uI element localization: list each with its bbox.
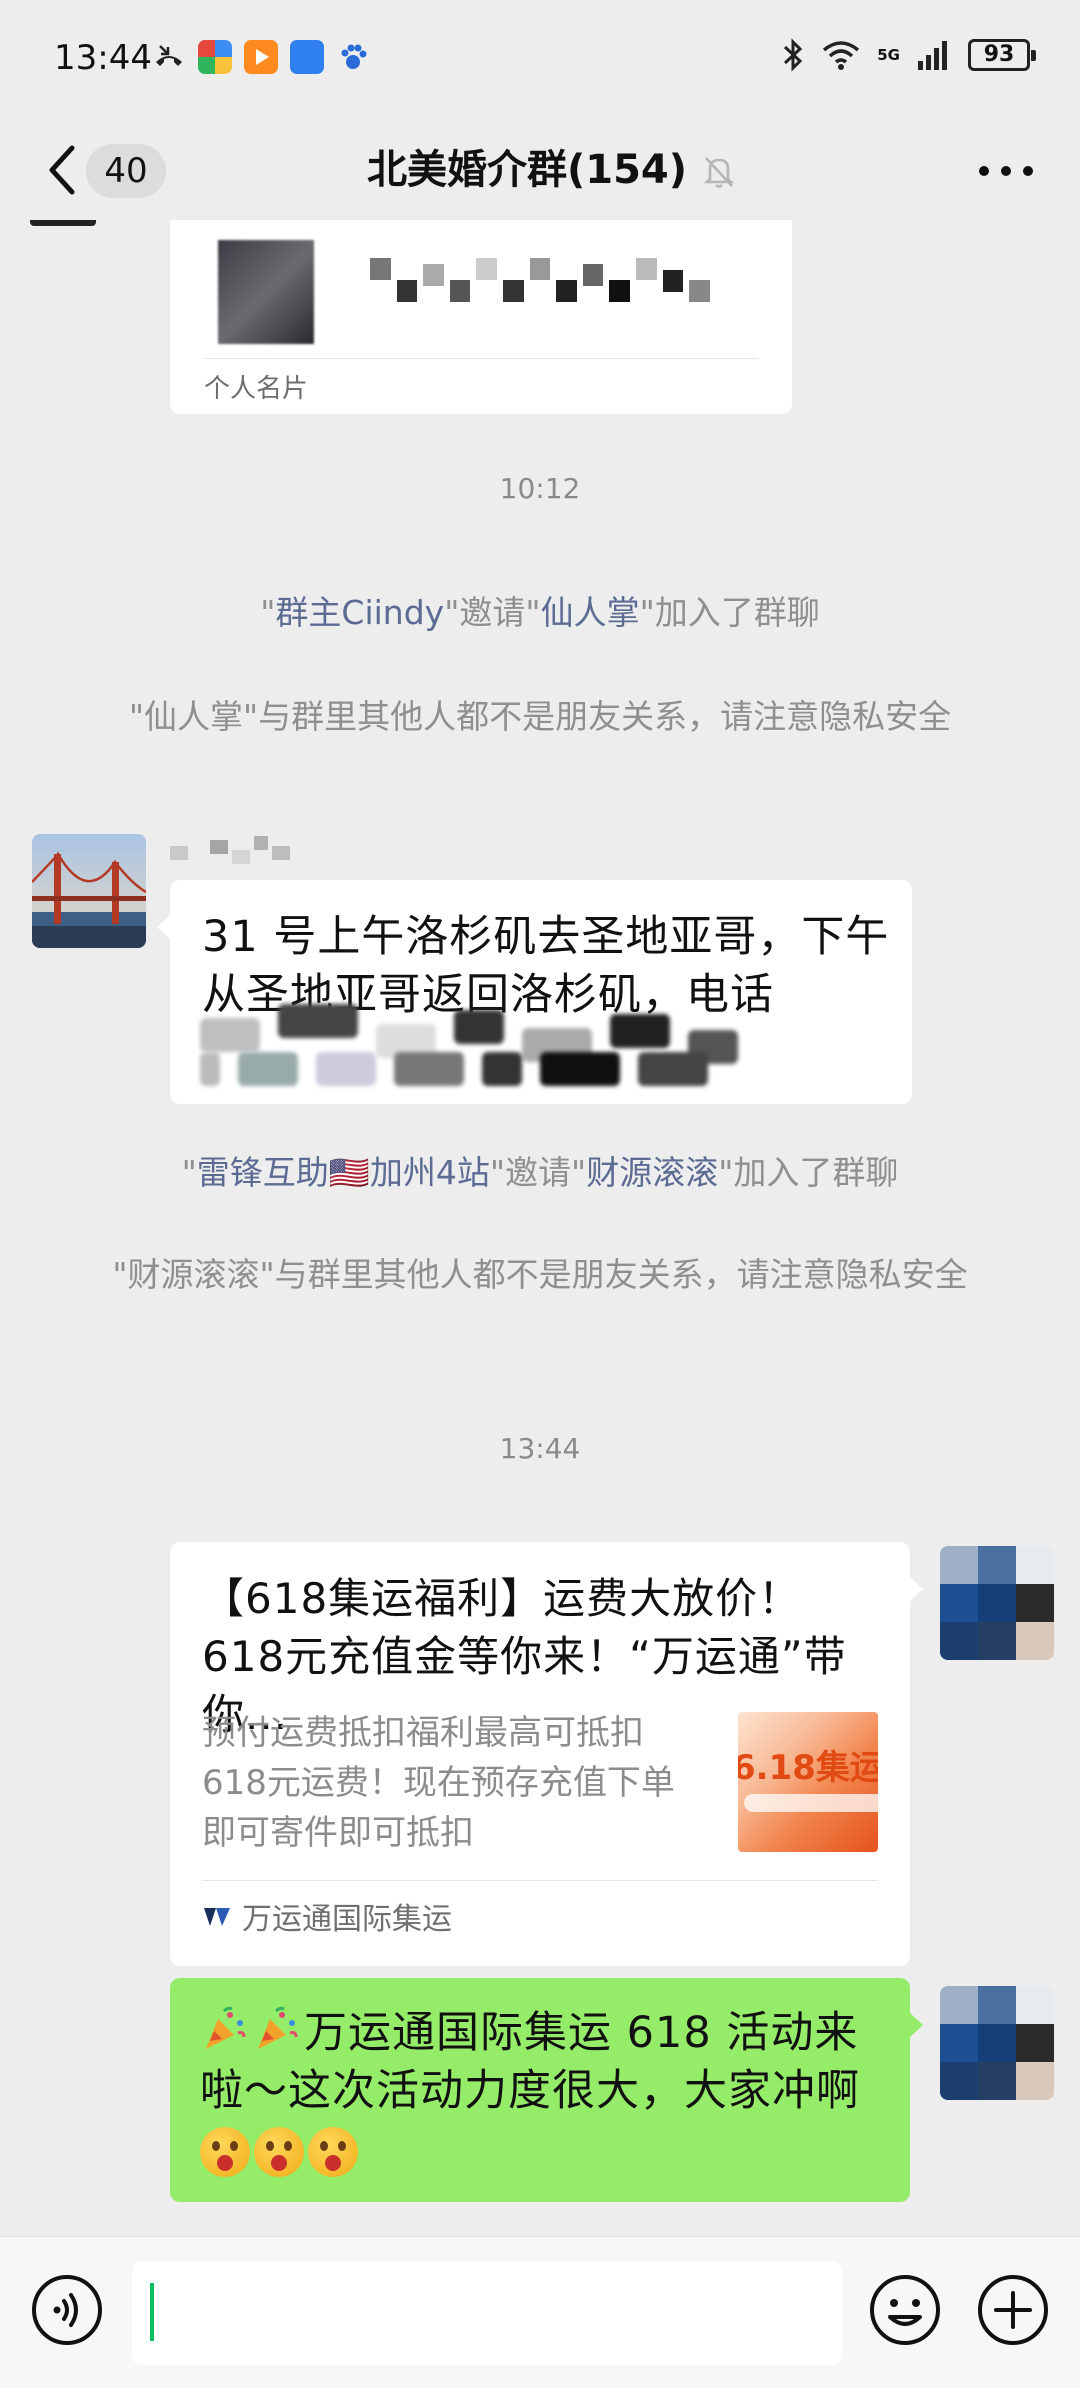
avatar[interactable] <box>30 220 96 226</box>
timestamp: 13:44 <box>499 1432 581 1465</box>
timestamp: 10:12 <box>499 472 581 505</box>
bluetooth-icon <box>784 38 803 72</box>
chat-header: 北美婚介群(154) 40 <box>0 120 1080 220</box>
plus-icon[interactable] <box>976 2273 1050 2347</box>
thumbnail-text: 6.18集运福 <box>738 1748 878 1788</box>
video-app-icon <box>244 40 278 74</box>
redacted-phone-overlay-2 <box>200 1052 882 1086</box>
party-popper-icon <box>206 2006 246 2049</box>
inviter-name[interactable]: 雷锋互助🇺🇸加州4站 <box>197 1153 490 1192</box>
party-popper-icon <box>258 2006 298 2049</box>
chat-message-list[interactable]: 个人名片 10:12 "群主Ciindy"邀请"仙人掌"加入了群聊 "仙人掌"与… <box>0 220 1080 2236</box>
network-label: 5G <box>877 46 900 64</box>
invitee-name[interactable]: 财源滚滚 <box>586 1153 718 1192</box>
link-card-message[interactable]: 【618集运福利】运费大放价！618元充值金等你来！“万运通”带你... 预付运… <box>170 1542 923 1966</box>
privacy-notice: "仙人掌"与群里其他人都不是朋友关系，请注意隐私安全 <box>128 697 952 736</box>
signal-icon <box>918 41 947 70</box>
own-avatar-image <box>940 1546 1054 1660</box>
invite-suffix: 加入了群聊 <box>733 1153 899 1192</box>
own-avatar-image <box>940 1986 1054 2100</box>
contact-card-label: 个人名片 <box>204 374 309 404</box>
notification-icons <box>152 40 370 74</box>
message-content: 万运通国际集运 618 活动来啦～这次活动力度很大，大家冲啊 <box>200 2004 890 2178</box>
avatar[interactable] <box>32 834 146 948</box>
invite-verb: 邀请 <box>459 593 526 632</box>
status-right: 5G 93 <box>781 38 1036 72</box>
thumbnail-banner <box>744 1794 878 1812</box>
voice-icon[interactable] <box>30 2273 104 2347</box>
system-invite-message: "群主Ciindy"邀请"仙人掌"加入了群聊 <box>260 593 820 632</box>
invite-verb: 邀请 <box>505 1153 572 1192</box>
message-input[interactable] <box>132 2261 842 2365</box>
store-app-icon <box>290 40 324 74</box>
battery-indicator: 93 <box>968 39 1036 71</box>
paw-app-icon <box>341 44 367 69</box>
privacy-notice: "财源滚滚"与群里其他人都不是朋友关系，请注意隐私安全 <box>112 1255 968 1294</box>
link-card-thumbnail: 6.18集运福 <box>738 1712 878 1852</box>
text-cursor <box>150 2283 154 2341</box>
invitee-name[interactable]: 仙人掌 <box>541 593 640 632</box>
contact-card-message[interactable]: 个人名片 <box>170 220 792 414</box>
surprised-emoji-icon <box>200 2126 250 2177</box>
contact-card-avatar <box>218 240 314 344</box>
surprised-emoji-icon <box>254 2126 304 2177</box>
text-message[interactable]: 万运通国际集运 618 活动来啦～这次活动力度很大，大家冲啊 <box>170 1978 923 2202</box>
status-bar: 13:44 5G 93 <box>0 0 1080 120</box>
text-message[interactable]: 31 号上午洛杉矶去圣地亚哥，下午从圣地亚哥返回洛杉矶，电话 <box>157 880 912 1104</box>
wifi-icon <box>823 41 860 70</box>
divider <box>204 358 758 359</box>
avatar[interactable] <box>940 1546 1054 1660</box>
avatar[interactable] <box>940 1986 1054 2100</box>
back-button[interactable] <box>34 134 94 206</box>
message-input-bar <box>0 2236 1080 2388</box>
bridge-avatar-image <box>32 834 146 948</box>
more-dots-icon[interactable] <box>976 156 1036 186</box>
sender-name-redacted <box>170 836 300 866</box>
browser-app-icon <box>198 40 232 74</box>
divider <box>202 1880 878 1881</box>
emoji-icon[interactable] <box>868 2273 942 2347</box>
source-logo-icon <box>204 1908 230 1926</box>
link-card-source: 万运通国际集运 <box>242 1902 452 1937</box>
unread-count-badge[interactable]: 40 <box>86 144 166 198</box>
system-invite-message: "雷锋互助🇺🇸加州4站"邀请"财源滚滚"加入了群聊 <box>181 1153 899 1192</box>
contact-card-name-redacted <box>370 250 710 310</box>
inviter-name[interactable]: 群主Ciindy <box>275 593 444 632</box>
bell-off-icon <box>703 157 735 188</box>
surprised-emoji-icon <box>308 2126 358 2177</box>
link-card-description: 预付运费抵扣福利最高可抵扣618元运费！现在预存充值下单即可寄件即可抵扣 <box>202 1713 675 1853</box>
missed-call-icon <box>156 45 182 66</box>
invite-suffix: 加入了群聊 <box>654 593 820 632</box>
status-time: 13:44 <box>54 38 152 78</box>
